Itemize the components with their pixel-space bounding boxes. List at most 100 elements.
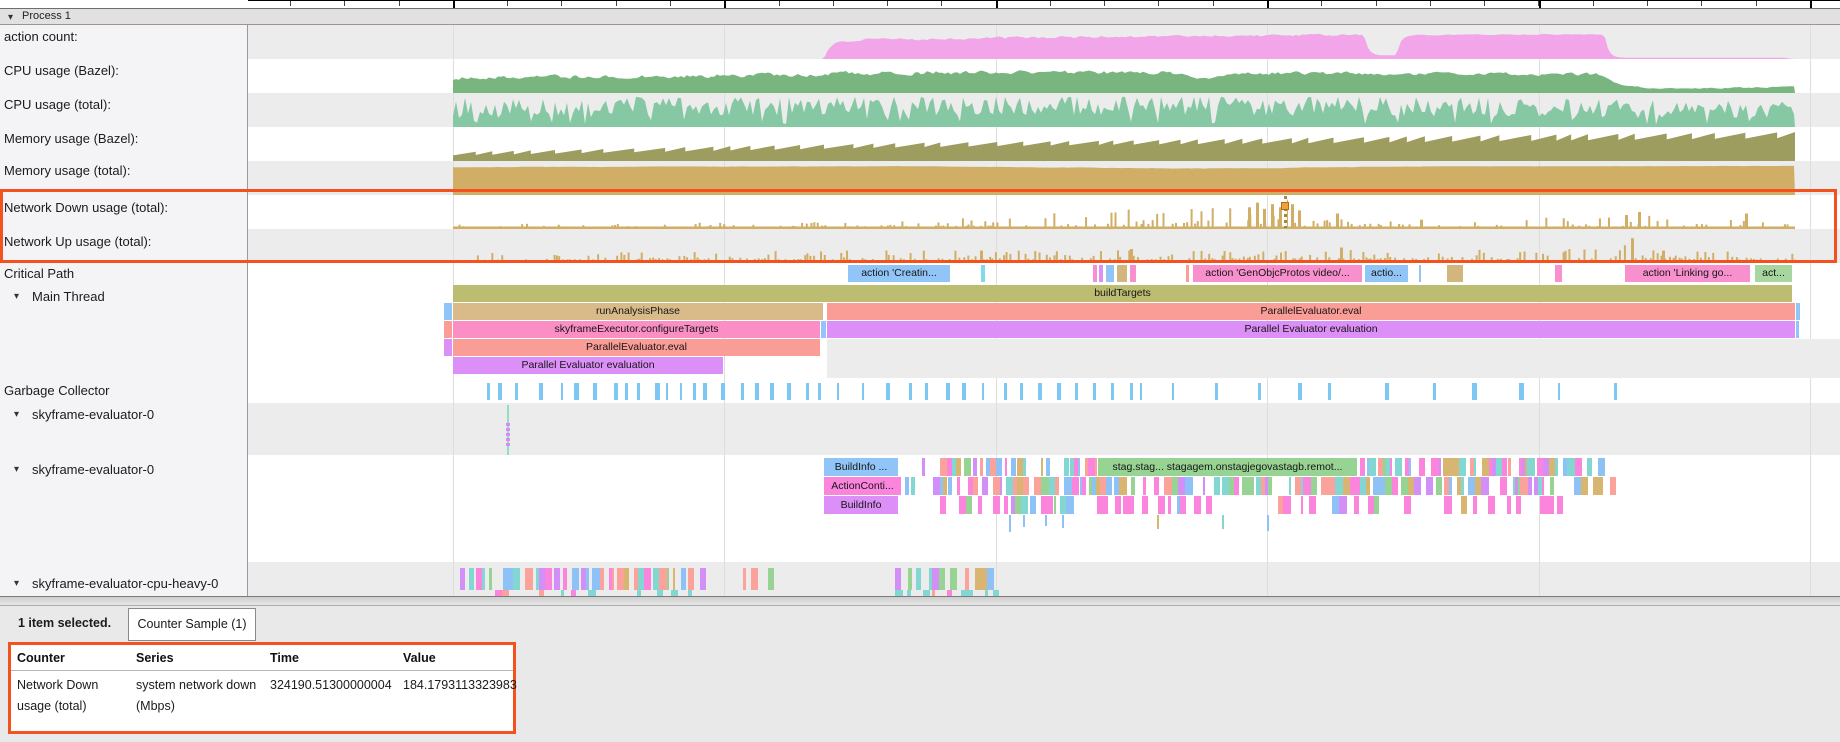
trace-span[interactable]	[1185, 477, 1192, 495]
trace-span[interactable]	[460, 568, 465, 590]
trace-span[interactable]	[957, 477, 960, 495]
gc-tick[interactable]	[561, 383, 563, 400]
trace-span[interactable]: actio...	[1365, 265, 1408, 282]
trace-span[interactable]	[1557, 496, 1563, 514]
trace-span[interactable]	[1419, 458, 1426, 476]
trace-span-tick[interactable]	[1117, 265, 1127, 282]
trace-span[interactable]: ParallelEvaluator.eval	[453, 339, 820, 356]
trace-span[interactable]	[1041, 458, 1043, 476]
trace-span[interactable]	[1473, 496, 1477, 514]
trace-span[interactable]	[1301, 496, 1303, 514]
gc-tick[interactable]	[666, 383, 669, 400]
trace-span[interactable]	[1374, 496, 1379, 514]
trace-span[interactable]	[1303, 477, 1311, 495]
trace-span[interactable]	[1459, 458, 1466, 476]
trace-span[interactable]	[554, 568, 560, 590]
trace-span[interactable]	[1164, 477, 1171, 495]
gc-tick[interactable]	[1093, 383, 1096, 400]
trace-span[interactable]	[1158, 496, 1165, 514]
trace-span[interactable]	[973, 477, 977, 495]
gc-tick[interactable]	[680, 383, 682, 400]
trace-span[interactable]	[1366, 477, 1370, 495]
sidebar-item-skyframe-evaluator-cpu-heavy-0[interactable]: ▾skyframe-evaluator-cpu-heavy-0	[0, 574, 247, 594]
trace-span-tick[interactable]	[1555, 265, 1562, 282]
trace-span[interactable]	[1131, 477, 1135, 495]
trace-span[interactable]	[1041, 477, 1049, 495]
trace-span[interactable]	[1448, 496, 1452, 514]
trace-span[interactable]	[489, 568, 492, 590]
sidebar-item-memory-usage-total-[interactable]: Memory usage (total):	[0, 161, 247, 181]
gc-tick[interactable]	[1519, 383, 1524, 400]
trace-span[interactable]	[1283, 496, 1291, 514]
trace-span[interactable]: Parallel Evaluator evaluation	[453, 357, 723, 374]
gc-tick[interactable]	[1140, 383, 1142, 400]
trace-span[interactable]	[617, 568, 624, 590]
trace-span-tick[interactable]	[1093, 265, 1097, 282]
gc-tick[interactable]	[886, 383, 889, 400]
trace-span[interactable]	[1023, 515, 1025, 527]
trace-span[interactable]	[973, 458, 977, 476]
trace-span[interactable]	[513, 568, 521, 590]
trace-span[interactable]	[1392, 477, 1399, 495]
trace-span[interactable]	[700, 568, 706, 590]
trace-span[interactable]	[1023, 458, 1027, 476]
trace-span[interactable]	[1062, 515, 1064, 528]
trace-span[interactable]	[905, 477, 909, 495]
trace-span[interactable]	[751, 568, 758, 590]
trace-span[interactable]	[1542, 477, 1544, 495]
sidebar-item-critical-path[interactable]: Critical Path	[0, 264, 247, 284]
gc-tick[interactable]	[574, 383, 579, 400]
trace-span[interactable]	[1145, 496, 1147, 514]
trace-span[interactable]	[1030, 496, 1036, 514]
trace-span[interactable]	[539, 568, 546, 590]
trace-span-tick[interactable]	[1099, 265, 1103, 282]
trace-span-tick[interactable]	[1447, 265, 1463, 282]
trace-span[interactable]	[1234, 477, 1239, 495]
sidebar-item-memory-usage-bazel-[interactable]: Memory usage (Bazel):	[0, 129, 247, 149]
trace-span[interactable]	[1045, 515, 1047, 526]
trace-span[interactable]	[1360, 458, 1365, 476]
trace-span[interactable]	[1064, 458, 1069, 476]
trace-span[interactable]	[600, 568, 604, 590]
trace-span[interactable]	[1009, 515, 1011, 532]
trace-span[interactable]	[1054, 496, 1057, 514]
trace-span[interactable]	[1095, 458, 1098, 476]
gc-tick[interactable]	[721, 383, 724, 400]
trace-span-tick[interactable]	[444, 321, 452, 338]
trace-span[interactable]	[950, 568, 957, 590]
trace-span[interactable]	[940, 496, 946, 514]
trace-span[interactable]	[1335, 477, 1342, 495]
trace-span[interactable]	[1581, 477, 1588, 495]
trace-span[interactable]	[1106, 477, 1111, 495]
trace-span[interactable]	[1060, 496, 1067, 514]
gc-tick[interactable]	[1614, 383, 1616, 400]
expander-icon[interactable]: ▾	[14, 578, 19, 589]
trace-span[interactable]	[966, 496, 972, 514]
trace-span-tick[interactable]	[1106, 265, 1114, 282]
trace-span[interactable]	[1246, 477, 1254, 495]
counter-chart-cpu-total[interactable]	[0, 93, 1840, 127]
trace-span[interactable]	[592, 568, 599, 590]
trace-span[interactable]	[1426, 477, 1433, 495]
trace-span[interactable]: BuildInfo	[824, 496, 898, 514]
trace-span[interactable]	[1369, 458, 1376, 476]
trace-span[interactable]: BuildInfo ...	[824, 458, 898, 476]
trace-span[interactable]	[1408, 477, 1415, 495]
trace-span[interactable]: stag.stag... stagagem.onstagjegovastagb.…	[1098, 458, 1357, 476]
trace-span[interactable]	[688, 568, 694, 590]
trace-span-tick[interactable]	[821, 321, 826, 338]
trace-span[interactable]	[1072, 477, 1079, 495]
trace-span[interactable]	[1021, 496, 1028, 514]
trace-span[interactable]	[1354, 496, 1358, 514]
trace-span-tick[interactable]	[1796, 321, 1799, 338]
trace-span[interactable]	[1339, 496, 1346, 514]
trace-span[interactable]	[1100, 477, 1107, 495]
sidebar-item-cpu-usage-total-[interactable]: CPU usage (total):	[0, 95, 247, 115]
trace-span[interactable]	[1528, 477, 1532, 495]
sidebar-item-cpu-usage-bazel-[interactable]: CPU usage (Bazel):	[0, 61, 247, 81]
trace-span[interactable]	[895, 568, 900, 590]
trace-span[interactable]	[978, 496, 982, 514]
trace-span[interactable]	[469, 568, 473, 590]
trace-span[interactable]	[1154, 477, 1159, 495]
gc-tick[interactable]	[1111, 383, 1115, 400]
